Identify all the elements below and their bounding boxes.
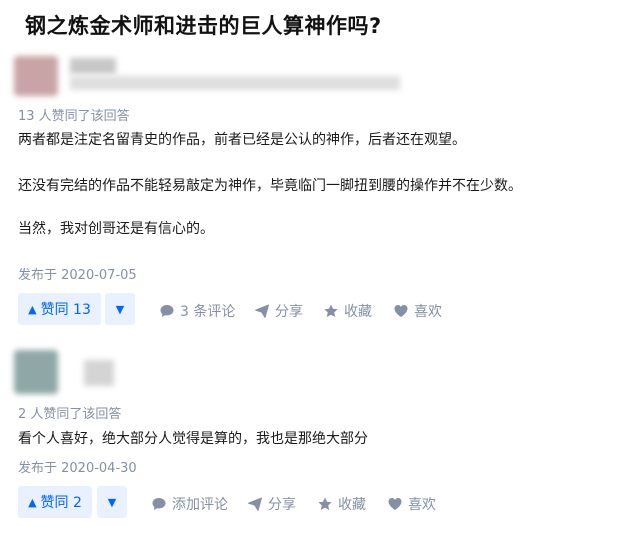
heart-icon <box>393 303 409 319</box>
paper-plane-icon <box>247 496 263 512</box>
avatar[interactable] <box>14 350 58 394</box>
answer-paragraph: 还没有完结的作品不能轻易敲定为神作，毕竟临门一脚扭到腰的操作并不在少数。 <box>18 178 522 194</box>
star-icon <box>317 496 333 512</box>
answer-paragraph: 两者都是注定名留青史的作品，前者已经是公认的神作，后者还在观望。 <box>18 132 466 148</box>
upvote-button[interactable]: ▲ 赞同 2 <box>18 486 92 518</box>
publish-date[interactable]: 发布于 2020-07-05 <box>18 264 137 283</box>
comment-bubble-icon <box>151 496 167 512</box>
comment-label: 添加评论 <box>172 497 228 513</box>
triangle-down-icon: ▼ <box>107 495 117 509</box>
comment-label: 3 条评论 <box>180 304 236 320</box>
comment-bubble-icon <box>159 303 175 319</box>
downvote-button[interactable]: ▼ <box>105 293 135 325</box>
share-label: 分享 <box>275 304 303 320</box>
collect-label: 收藏 <box>344 304 372 320</box>
answer-paragraph: 看个人喜好，绝大部分人觉得是算的，我也是那绝大部分 <box>18 431 368 447</box>
author-bio-blurred <box>70 76 400 90</box>
upvote-label: 赞同 13 <box>40 302 91 318</box>
triangle-up-icon: ▲ <box>28 302 37 316</box>
share-label: 分享 <box>268 497 296 513</box>
collect-button[interactable]: 收藏 <box>323 301 372 321</box>
like-label: 喜欢 <box>408 497 436 513</box>
answer-card: 2 人赞同了该回答 看个人喜好，绝大部分人觉得是算的，我也是那绝大部分 发布于 … <box>0 340 640 537</box>
upvote-count-text: 13 人赞同了该回答 <box>18 109 130 124</box>
comment-button[interactable]: 3 条评论 <box>159 301 235 321</box>
upvote-button[interactable]: ▲ 赞同 13 <box>18 293 101 325</box>
star-icon <box>323 303 339 319</box>
share-button[interactable]: 分享 <box>247 494 296 514</box>
triangle-up-icon: ▲ <box>28 495 37 509</box>
comment-button[interactable]: 添加评论 <box>151 494 228 514</box>
question-header: 钢之炼金术师和进击的巨人算神作吗? <box>0 0 640 52</box>
author-name-blurred[interactable] <box>70 58 116 74</box>
collect-button[interactable]: 收藏 <box>317 494 366 514</box>
paper-plane-icon <box>254 303 270 319</box>
question-title: 钢之炼金术师和进击的巨人算神作吗? <box>25 14 382 38</box>
like-label: 喜欢 <box>414 304 442 320</box>
upvote-count-text: 2 人赞同了该回答 <box>18 407 122 422</box>
downvote-button[interactable]: ▼ <box>97 486 127 518</box>
like-button[interactable]: 喜欢 <box>387 494 436 514</box>
heart-icon <box>387 496 403 512</box>
upvote-label: 赞同 2 <box>40 495 82 511</box>
avatar[interactable] <box>14 56 58 96</box>
author-name-blurred[interactable] <box>84 360 114 386</box>
answer-paragraph: 当然，我对创哥还是有信心的。 <box>18 221 214 237</box>
share-button[interactable]: 分享 <box>254 301 303 321</box>
publish-date[interactable]: 发布于 2020-04-30 <box>18 457 137 476</box>
triangle-down-icon: ▼ <box>115 302 125 316</box>
answer-card: 13 人赞同了该回答 两者都是注定名留青史的作品，前者已经是公认的神作，后者还在… <box>0 52 640 340</box>
like-button[interactable]: 喜欢 <box>393 301 442 321</box>
collect-label: 收藏 <box>338 497 366 513</box>
